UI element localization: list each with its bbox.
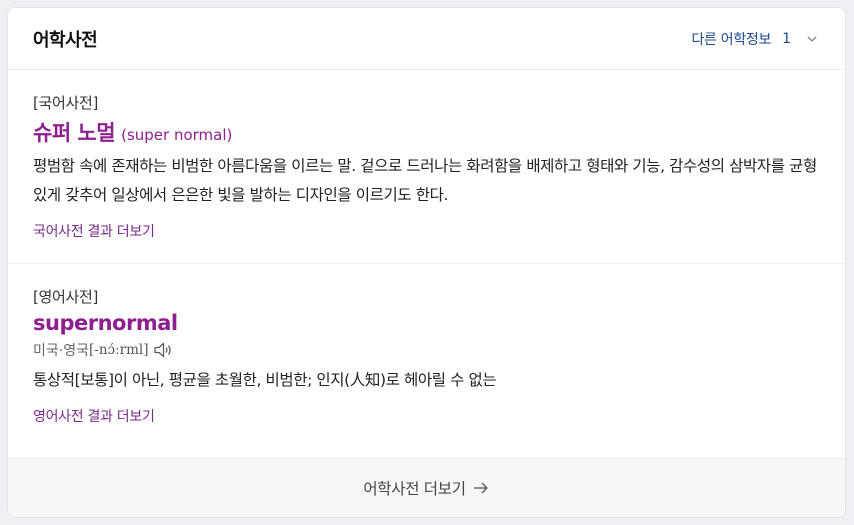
chevron-down-icon	[807, 36, 817, 42]
dictionary-name: [영어사전]	[33, 288, 99, 306]
card-header: 어학사전 다른 어학정보 1	[8, 8, 845, 70]
headword-link[interactable]: 슈퍼 노멀	[33, 117, 116, 147]
pronunciation-row: 미국·영국 [-nɔ́ːrml]	[33, 340, 820, 360]
other-info-label: 다른 어학정보	[691, 31, 772, 48]
korean-dictionary-entry: [국어사전] 슈퍼 노멀 (super normal) 평범함 속에 존재하는 …	[8, 70, 845, 264]
dictionary-card: 어학사전 다른 어학정보 1 [국어사전] 슈퍼 노멀 (super norma…	[7, 7, 846, 518]
dictionary-name: [국어사전]	[33, 94, 99, 112]
original-word: (super normal)	[121, 126, 233, 144]
english-dictionary-more-link[interactable]: 영어사전 결과 더보기	[33, 406, 820, 426]
speaker-icon[interactable]	[152, 341, 174, 359]
dictionary-more-button[interactable]: 어학사전 더보기	[8, 458, 845, 517]
korean-dictionary-more-link[interactable]: 국어사전 결과 더보기	[33, 221, 155, 241]
headword-row: 슈퍼 노멀 (super normal)	[33, 117, 820, 147]
definition-text: 통상적[보통]이 아닌, 평균을 초월한, 비범한; 인지(人知)로 헤아릴 수…	[33, 371, 497, 389]
other-info-count: 1	[782, 30, 791, 47]
dictionary-more-label: 어학사전 더보기	[363, 480, 466, 498]
headword-row: supernormal	[33, 311, 820, 335]
pronunciation-ipa: [-nɔ́ːrml]	[88, 342, 149, 358]
headword-link[interactable]: supernormal	[33, 311, 178, 335]
english-dictionary-entry: [영어사전] supernormal 미국·영국 [-nɔ́ːrml] 통상적[…	[8, 264, 845, 459]
definition-text: 평범함 속에 존재하는 비범한 아름다움을 이르는 말. 겉으로 드러나는 화려…	[33, 157, 817, 204]
card-title: 어학사전	[33, 29, 98, 51]
other-info-dropdown[interactable]: 다른 어학정보 1	[691, 29, 819, 49]
arrow-right-icon	[473, 482, 488, 494]
pronunciation-region: 미국·영국	[33, 343, 89, 359]
